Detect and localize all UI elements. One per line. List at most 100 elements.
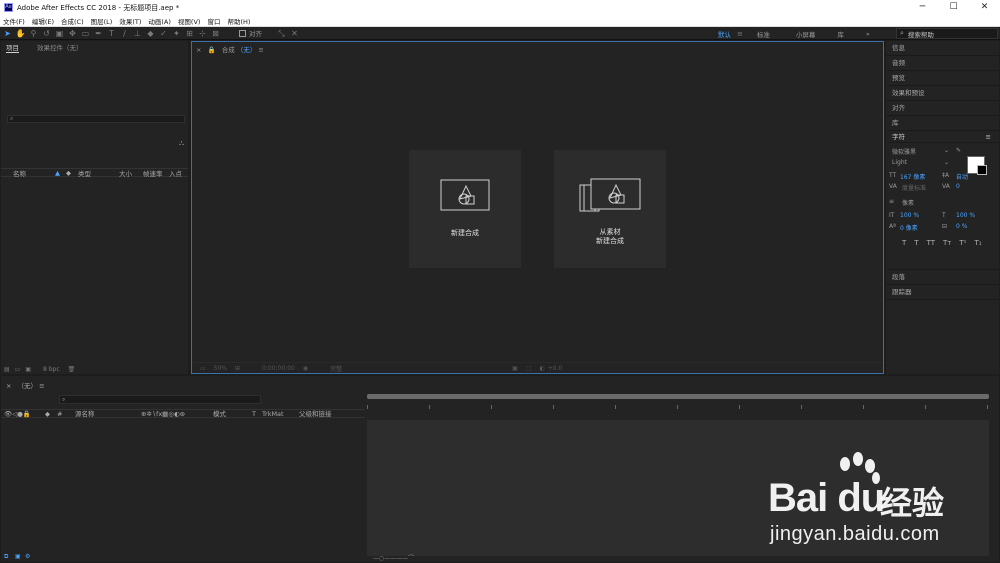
column-type[interactable]: 类型 [78,168,91,178]
menu-edit[interactable]: 编辑(E) [32,16,54,26]
label-sort-icon[interactable]: ▲ [55,169,60,177]
label-icon[interactable]: ◆ [45,410,50,419]
snap-expand-icon[interactable]: ✕ [289,28,300,39]
font-family-dropdown-icon[interactable]: ⌄ [944,147,949,154]
panel-tracker[interactable]: 跟踪器 [886,285,999,300]
character-menu-icon[interactable]: ≡ [986,131,991,143]
column-trkmat[interactable]: TrkMat [262,410,284,419]
snap-curve-icon[interactable]: ⤡ [276,28,287,39]
column-size[interactable]: 大小 [119,168,132,178]
snapping-checkbox[interactable] [239,29,246,37]
subscript-button[interactable]: T₁ [974,239,981,247]
font-style-dropdown-icon[interactable]: ⌄ [944,159,949,166]
faux-bold-button[interactable]: T [902,239,906,247]
selection-tool-icon[interactable]: ➤ [2,28,13,39]
work-area-bar[interactable] [367,394,989,399]
region-of-interest-icon[interactable]: ▣ [512,365,518,372]
view-axis-icon[interactable]: ⊠ [210,28,221,39]
vert-scale-field[interactable]: 100 % [900,212,919,219]
workspace-default[interactable]: 默认 [718,29,731,39]
zoom-tool-icon[interactable]: ⚲ [28,28,39,39]
puppet-tool-icon[interactable]: ✦ [171,28,182,39]
eraser-tool-icon[interactable]: ◆ [145,28,156,39]
close-tab-icon[interactable]: × [196,46,201,54]
zoom-slider-icon[interactable]: —○————⌒ [373,553,414,562]
snapping-toggle[interactable]: 对齐 [239,28,262,38]
resolution-select[interactable]: 完整 [330,364,342,373]
expand-modes-icon[interactable]: ▣ [15,553,21,560]
project-search-input[interactable]: ⌕ [7,115,185,123]
panel-preview[interactable]: 预览 [886,71,999,86]
menu-animation[interactable]: 动画(A) [148,16,171,26]
menu-layer[interactable]: 图层(L) [91,16,113,26]
3d-view-icon[interactable]: ⬚ [526,365,532,372]
timeline-search-input[interactable]: ⌕ [59,395,261,404]
time-ruler[interactable] [367,392,989,420]
kerning-field[interactable]: 度量标准 [902,183,926,192]
font-family-select[interactable]: 微软雅黑 [892,147,916,156]
new-composition-card[interactable]: 新建合成 [409,150,521,268]
leading-field[interactable]: 自动 [956,172,968,181]
character-panel-header[interactable]: 字符 ≡ [886,131,999,143]
workspace-standard[interactable]: 标准 [757,29,770,39]
font-style-select[interactable]: Light [892,159,907,166]
hand-tool-icon[interactable]: ✋ [15,28,26,39]
layer-number-icon[interactable]: # [57,410,62,419]
menu-effect[interactable]: 效果(T) [119,16,141,26]
expand-stretch-icon[interactable]: ⚙ [25,553,30,560]
pen-tool-icon[interactable]: ✒ [93,28,104,39]
baseline-field[interactable]: 0 像素 [900,223,918,232]
tsume-field[interactable]: 0 % [956,223,967,230]
column-t[interactable]: T [252,410,256,419]
tab-project[interactable]: 项目 [6,42,19,53]
column-name[interactable]: 名称 [13,168,26,178]
stroke-width-field[interactable]: 像素 [902,198,914,207]
magnification-select[interactable]: 50% [214,365,227,372]
lock-icon[interactable]: 🔒 [208,46,216,54]
exposure-icon[interactable]: ◐ [539,365,544,372]
workspace-small-screen[interactable]: 小屏幕 [796,29,816,39]
stroke-color-swatch[interactable] [977,165,987,175]
magnification-icon[interactable]: ▭ [200,365,206,372]
minimize-button[interactable]: ─ [907,0,938,15]
column-source-name[interactable]: 源名称 [75,410,95,419]
type-tool-icon[interactable]: T [106,28,117,39]
workspace-libraries[interactable]: 库 [837,29,844,39]
workspace-menu-icon[interactable]: ≡ [737,30,743,38]
tracking-field[interactable]: 0 [956,183,960,190]
exposure-value[interactable]: +0.0 [548,365,563,372]
local-axis-icon[interactable]: ⊞ [184,28,195,39]
column-framerate[interactable]: 帧速率 [143,168,163,178]
panel-info[interactable]: 信息 [886,41,999,56]
horiz-scale-field[interactable]: 100 % [956,212,975,219]
new-folder-icon[interactable]: ▭ [15,366,21,373]
bpc-label[interactable]: 8 bpc [43,366,60,373]
roto-brush-tool-icon[interactable]: ✓ [158,28,169,39]
av-features-icon[interactable]: 👁◁●🔒 [4,410,31,419]
column-parent-link[interactable]: 父级和链接 [299,410,332,419]
eyedropper-icon[interactable]: ✎ [956,147,961,154]
menu-file[interactable]: 文件(F) [3,16,25,26]
tag-icon[interactable]: ◆ [66,169,71,177]
clone-stamp-tool-icon[interactable]: ⊥ [132,28,143,39]
menu-help[interactable]: 帮助(H) [227,16,250,26]
column-in-point[interactable]: 入点 [169,168,182,178]
maximize-button[interactable]: ☐ [938,0,969,15]
column-mode[interactable]: 模式 [213,410,226,419]
panel-effects-presets[interactable]: 效果和预设 [886,86,999,101]
close-tab-icon[interactable]: × [6,382,11,390]
world-axis-icon[interactable]: ⊹ [197,28,208,39]
camera-tool-icon[interactable]: ▣ [54,28,65,39]
timeline-tab[interactable]: × （无） ≡ [6,380,45,390]
panel-libraries[interactable]: 库 [886,116,999,131]
workspace-overflow-icon[interactable]: » [866,30,870,38]
interpret-footage-icon[interactable]: ▤ [4,366,10,373]
composition-tab[interactable]: × 🔒 合成 （无） ≡ [196,44,264,54]
panel-menu-icon[interactable]: ≡ [39,382,44,390]
expand-switches-icon[interactable]: ⧉ [4,553,8,561]
rotate-tool-icon[interactable]: ↺ [41,28,52,39]
timecode-display[interactable]: 0;00;00;00 [262,365,295,372]
faux-italic-button[interactable]: T [914,239,918,247]
all-caps-button[interactable]: TT [927,239,935,247]
small-caps-button[interactable]: Tт [943,239,951,247]
